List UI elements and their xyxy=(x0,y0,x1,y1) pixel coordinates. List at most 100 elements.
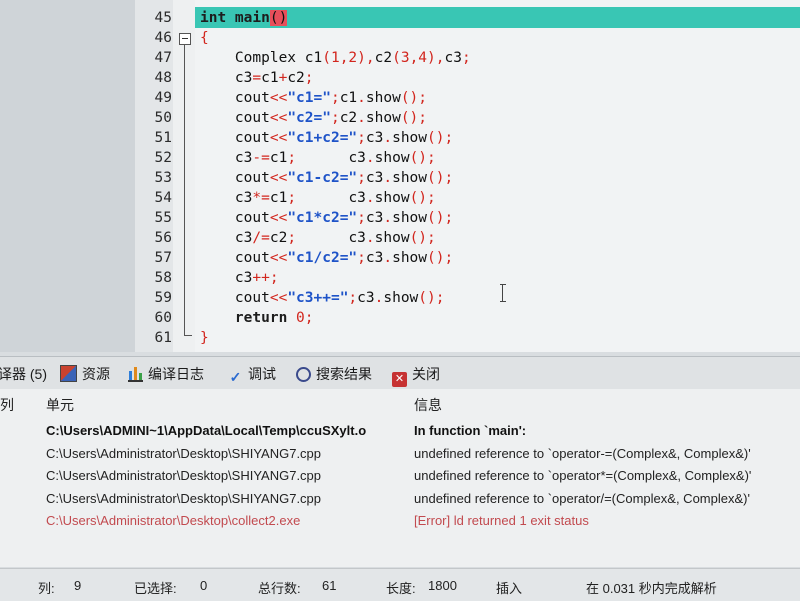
code-token: . xyxy=(357,110,366,126)
code-line[interactable]: 49 cout<<"c1=";c1.show(); xyxy=(0,88,800,108)
log-row[interactable]: C:\Users\Administrator\Desktop\SHIYANG7.… xyxy=(0,488,800,510)
tab-resources-label: 资源 xyxy=(82,366,110,382)
code-line[interactable]: 58 c3++; xyxy=(0,268,800,288)
code-line[interactable]: 48 c3=c1+c2; xyxy=(0,68,800,88)
log-row[interactable]: C:\Users\Administrator\Desktop\SHIYANG7.… xyxy=(0,465,800,487)
code-token: ; xyxy=(287,150,297,166)
tab-resources[interactable]: 资源 xyxy=(60,363,110,385)
line-number: 55 xyxy=(154,210,172,226)
code-token: /= xyxy=(252,230,270,246)
code-text: cout<<"c1/c2=";c3.show(); xyxy=(200,248,453,268)
tab-search-results[interactable]: 搜索结果 xyxy=(296,363,372,385)
tab-compile-log[interactable]: 编译日志 xyxy=(128,363,204,385)
code-token: c3 xyxy=(200,70,253,86)
code-line[interactable]: 51 cout<<"c1+c2=";c3.show(); xyxy=(0,128,800,148)
code-token: . xyxy=(357,90,366,106)
resources-icon xyxy=(60,365,77,382)
status-parse-time: 在 0.031 秒内完成解析 xyxy=(586,581,717,596)
code-token: show xyxy=(374,190,410,206)
code-token: 0 xyxy=(296,310,305,326)
bottom-panel-tabs: 译器 (5) 资源 编译日志 ✓ 调试 搜索结果 ✕ 关闭 xyxy=(0,356,800,390)
code-token: show xyxy=(374,150,410,166)
log-message: undefined reference to `operator*=(Compl… xyxy=(414,468,752,483)
code-token: (); xyxy=(400,110,428,126)
code-token: (); xyxy=(427,250,454,266)
code-token: cout xyxy=(200,90,270,106)
code-line[interactable]: 53 cout<<"c1-c2=";c3.show(); xyxy=(0,168,800,188)
code-token: ; xyxy=(330,110,340,126)
code-token: c2 xyxy=(269,230,288,246)
code-token: . xyxy=(383,170,393,186)
status-insert-mode: 插入 xyxy=(496,581,523,596)
checkmark-icon: ✓ xyxy=(229,369,242,385)
code-token: ; xyxy=(304,70,314,86)
code-line[interactable]: 60 return 0; xyxy=(0,308,800,328)
code-line[interactable]: 46 { xyxy=(0,28,800,48)
code-token: ( xyxy=(322,50,331,66)
code-line[interactable]: 56 c3/=c2; c3.show(); xyxy=(0,228,800,248)
line-number: 56 xyxy=(154,230,172,246)
code-token: "c1+c2=" xyxy=(287,130,358,146)
column-header-message[interactable]: 信息 xyxy=(414,395,442,415)
code-token: ), xyxy=(357,50,375,66)
code-token: "c1=" xyxy=(287,90,331,106)
code-token: c1 xyxy=(339,90,358,106)
code-token: c3 xyxy=(365,130,384,146)
code-token: cout xyxy=(200,130,270,146)
log-message: [Error] ld returned 1 exit status xyxy=(414,513,589,528)
tab-compiler-label: 译器 (5) xyxy=(0,366,47,382)
code-line[interactable]: 52 c3-=c1; c3.show(); xyxy=(0,148,800,168)
log-row[interactable]: C:\Users\Administrator\Desktop\collect2.… xyxy=(0,510,800,532)
code-token: c1 xyxy=(269,150,288,166)
code-line[interactable]: 59 cout<<"c3++=";c3.show(); xyxy=(0,288,800,308)
code-text: cout<<"c1*c2=";c3.show(); xyxy=(200,208,453,228)
code-token: ; xyxy=(461,50,471,66)
tab-debug[interactable]: ✓ 调试 xyxy=(228,363,276,385)
code-token: cout xyxy=(200,250,270,266)
code-text: c3++; xyxy=(200,268,279,288)
code-text: return 0; xyxy=(200,308,314,328)
line-number: 54 xyxy=(154,190,172,206)
compiler-log-panel[interactable]: 列 单元 信息 C:\Users\ADMINI~1\AppData\Local\… xyxy=(0,389,800,567)
code-line[interactable]: 55 cout<<"c1*c2=";c3.show(); xyxy=(0,208,800,228)
code-line[interactable]: 61} xyxy=(0,328,800,348)
status-bar: 列: 9 已选择: 0 总行数: 61 长度: 1800 插入 在 0.031 … xyxy=(0,568,800,601)
line-number: 53 xyxy=(154,170,172,186)
code-token: 1 xyxy=(330,50,340,66)
code-token: . xyxy=(383,130,393,146)
tab-compiler[interactable]: 译器 (5) xyxy=(0,363,47,385)
code-text: cout<<"c2=";c2.show(); xyxy=(200,108,427,128)
code-text: c3/=c2; c3.show(); xyxy=(200,228,436,248)
code-token: (); xyxy=(409,230,436,246)
code-line[interactable]: 57 cout<<"c1/c2=";c3.show(); xyxy=(0,248,800,268)
code-token: (); xyxy=(409,190,436,206)
code-token: c3 xyxy=(365,170,384,186)
code-line[interactable]: 50 cout<<"c2=";c2.show(); xyxy=(0,108,800,128)
log-row[interactable]: C:\Users\ADMINI~1\AppData\Local\Temp\ccu… xyxy=(0,420,800,442)
code-token: . xyxy=(365,230,375,246)
column-header-unit[interactable]: 单元 xyxy=(46,395,74,415)
code-token: (); xyxy=(427,170,454,186)
line-number: 47 xyxy=(154,50,172,66)
log-row[interactable]: C:\Users\Administrator\Desktop\SHIYANG7.… xyxy=(0,443,800,465)
code-text: { xyxy=(200,28,209,48)
code-token: . xyxy=(383,210,393,226)
code-token: show xyxy=(365,90,401,106)
code-editor[interactable]: 45 int main() 46{47 Complex c1(1,2),c2(3,4… xyxy=(0,0,800,352)
line-number: 48 xyxy=(154,70,172,86)
code-token: { xyxy=(200,30,209,46)
code-line[interactable]: 54 c3*=c1; c3.show(); xyxy=(0,188,800,208)
line-number: 57 xyxy=(154,250,172,266)
code-token: show xyxy=(392,210,428,226)
status-selected-value: 0 xyxy=(200,578,208,593)
code-token: . xyxy=(365,150,375,166)
code-token: 3 xyxy=(400,50,410,66)
tab-close[interactable]: ✕ 关闭 xyxy=(392,363,440,387)
code-line[interactable]: 47 Complex c1(1,2),c2(3,4),c3; xyxy=(0,48,800,68)
line-number: 51 xyxy=(154,130,172,146)
column-header-col[interactable]: 列 xyxy=(0,395,14,415)
code-token: c3 xyxy=(296,230,366,246)
code-token: show xyxy=(392,170,428,186)
code-line[interactable]: 45 int main() xyxy=(0,7,800,28)
code-token: << xyxy=(269,130,288,146)
